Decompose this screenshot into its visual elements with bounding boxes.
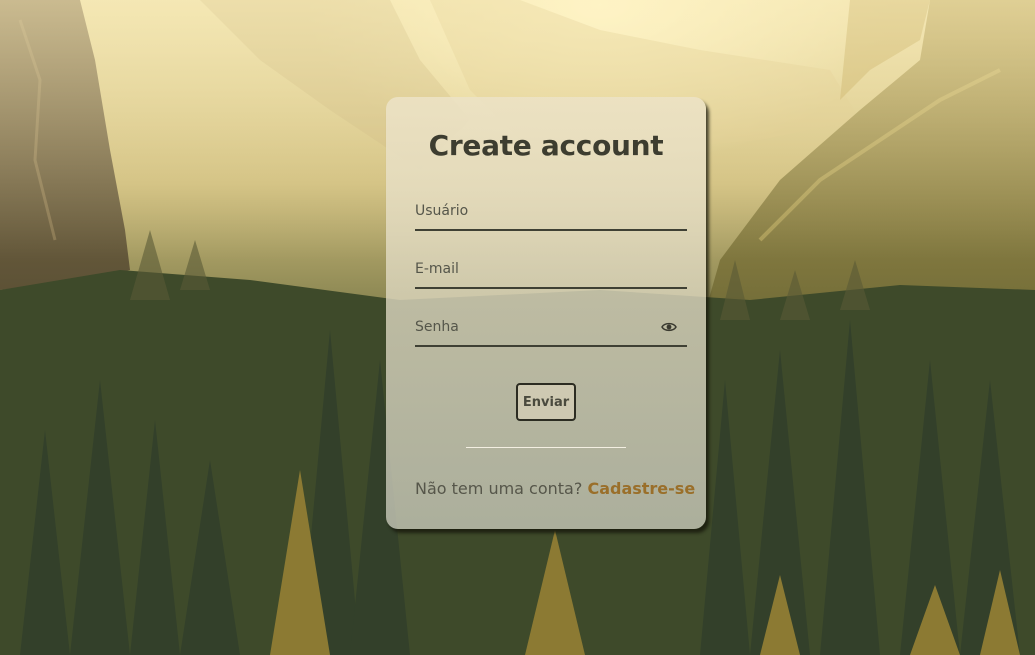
signup-link[interactable]: Cadastre-se: [587, 479, 695, 498]
signup-card: Create account Enviar Não tem uma conta?…: [386, 97, 706, 529]
password-field: [415, 311, 687, 347]
divider: [466, 447, 626, 448]
form-title: Create account: [428, 129, 664, 162]
password-input[interactable]: [415, 315, 645, 339]
username-input[interactable]: [415, 199, 645, 223]
signup-prompt-text: Não tem uma conta?: [415, 479, 583, 498]
signup-prompt: Não tem uma conta? Cadastre-se: [415, 479, 695, 498]
email-input[interactable]: [415, 257, 645, 281]
submit-button[interactable]: Enviar: [516, 383, 576, 421]
email-field: [415, 253, 687, 289]
background-landscape: Create account Enviar Não tem uma conta?…: [0, 0, 1035, 655]
eye-icon[interactable]: [661, 321, 677, 333]
username-field: [415, 195, 687, 231]
